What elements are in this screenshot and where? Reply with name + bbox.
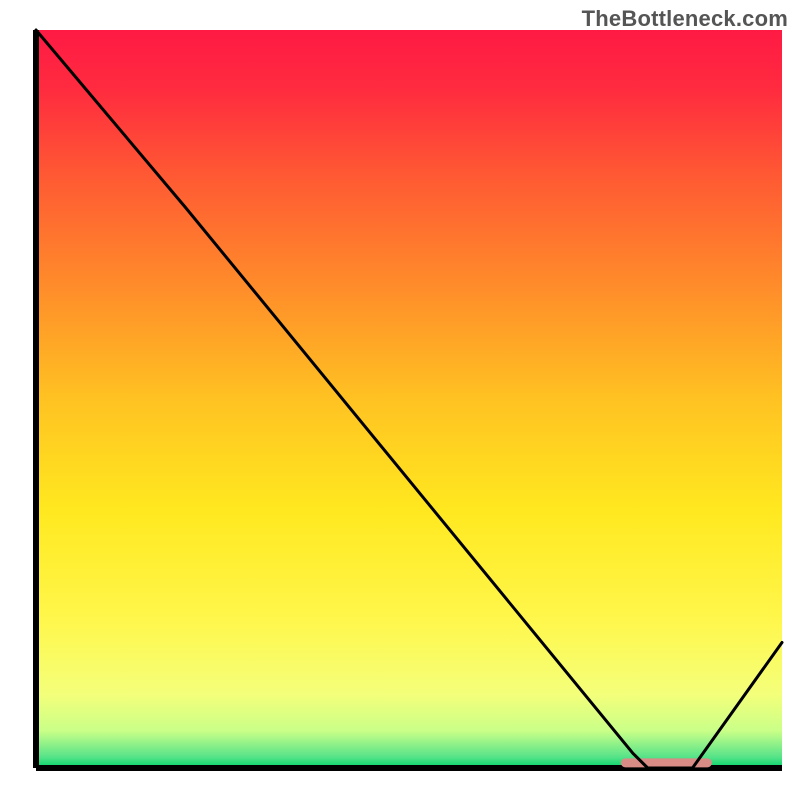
plot-background — [36, 30, 782, 768]
bottleneck-chart — [0, 0, 800, 800]
chart-container: TheBottleneck.com — [0, 0, 800, 800]
